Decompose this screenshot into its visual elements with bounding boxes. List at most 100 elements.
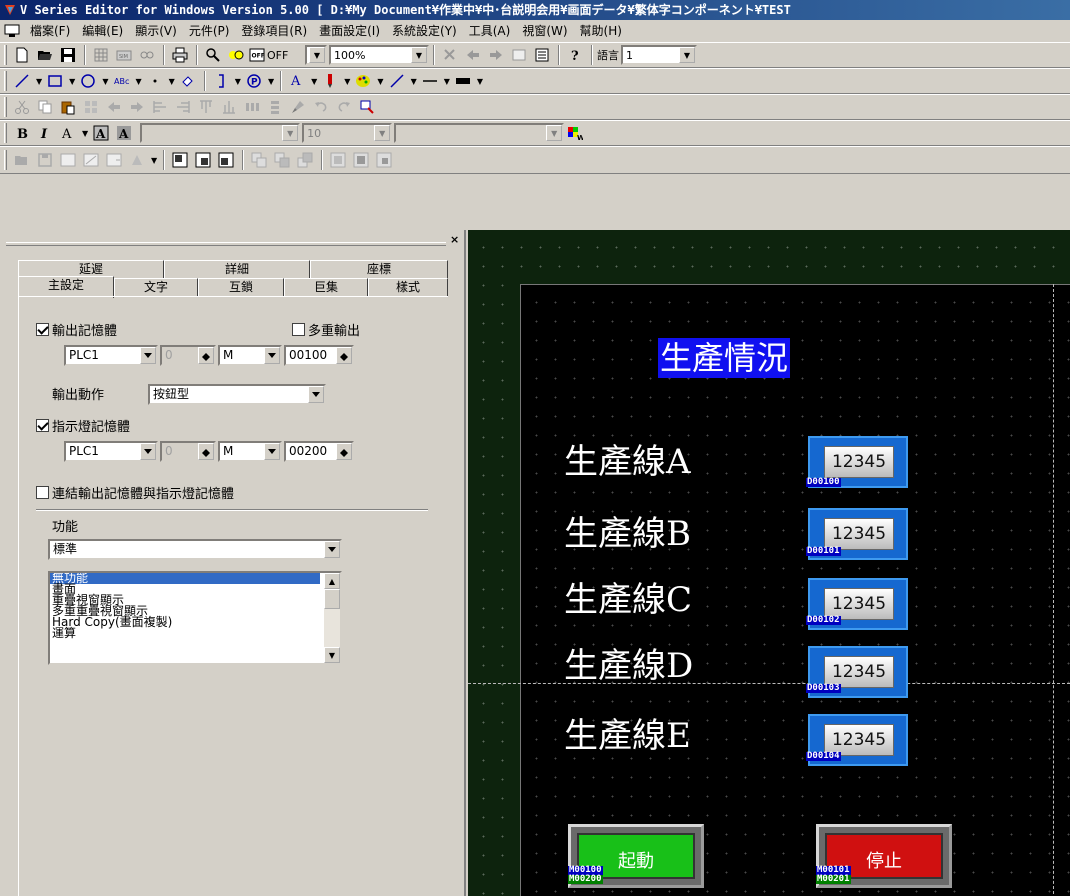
line-label-e[interactable]: 生產線E <box>564 716 691 756</box>
open-screen-icon[interactable] <box>11 149 33 171</box>
font-name-select[interactable]: ▼ <box>140 123 301 143</box>
chevron-down-icon[interactable]: ▼ <box>169 77 175 86</box>
font-style-select[interactable]: ▼ <box>394 123 565 143</box>
chevron-down-icon[interactable]: ▼ <box>477 77 483 86</box>
redo-icon[interactable] <box>333 96 355 118</box>
chevron-down-icon[interactable]: ▼ <box>344 77 350 86</box>
screen-title[interactable]: 生產情況 <box>658 338 791 378</box>
tab-main-settings[interactable]: 主設定 <box>18 276 114 298</box>
group-c-icon[interactable] <box>294 149 316 171</box>
move-left-icon[interactable] <box>103 96 125 118</box>
text-tool-icon[interactable]: ABc <box>110 70 132 92</box>
view-a-icon[interactable] <box>327 149 349 171</box>
multi-output-checkbox[interactable]: 多重輸出 <box>292 320 360 339</box>
chevron-down-icon[interactable]: ▼ <box>69 77 75 86</box>
font-size-select[interactable]: 10 ▼ <box>302 123 393 143</box>
screen-d-icon[interactable] <box>126 149 148 171</box>
clear-icon[interactable] <box>439 44 461 66</box>
chevron-down-icon[interactable]: ▼ <box>411 77 417 86</box>
menu-help[interactable]: 幫助(H) <box>574 21 628 41</box>
distribute-h-icon[interactable] <box>241 96 263 118</box>
align-left-icon[interactable] <box>149 96 171 118</box>
layer-3-icon[interactable] <box>215 149 237 171</box>
align-top-icon[interactable] <box>195 96 217 118</box>
function-list[interactable]: 無功能 畫面 重疊視窗顯示 多重重疊視窗顯示 Hard Copy(畫面複製) 運… <box>48 571 342 665</box>
font-box-icon[interactable]: A <box>90 122 112 144</box>
help-icon[interactable]: ? <box>564 44 586 66</box>
tab-coordinates[interactable]: 座標 <box>310 260 448 278</box>
menu-parts[interactable]: 元件(P) <box>183 21 236 41</box>
output-device-select[interactable]: M <box>218 345 282 366</box>
list-scrollbar[interactable]: ▲ ▼ <box>324 573 340 663</box>
pen-color-icon[interactable] <box>319 70 341 92</box>
multi-copy-icon[interactable] <box>80 96 102 118</box>
transfer-icon[interactable] <box>136 44 158 66</box>
display-state-select[interactable]: ▼ <box>305 45 327 65</box>
undo-icon[interactable] <box>310 96 332 118</box>
view-c-icon[interactable] <box>373 149 395 171</box>
paste-icon[interactable] <box>57 96 79 118</box>
brush-icon[interactable] <box>287 96 309 118</box>
view-b-icon[interactable] <box>350 149 372 171</box>
screen-list-icon[interactable] <box>508 44 530 66</box>
list-item[interactable]: 運算 <box>50 627 340 639</box>
new-file-icon[interactable] <box>11 44 33 66</box>
dual-display-icon[interactable] <box>225 44 247 66</box>
function-select[interactable]: 標準 <box>48 539 342 560</box>
layer-2-icon[interactable] <box>192 149 214 171</box>
move-right-icon[interactable] <box>126 96 148 118</box>
chevron-down-icon[interactable]: ▼ <box>36 77 42 86</box>
group-a-icon[interactable] <box>248 149 270 171</box>
editor-canvas[interactable]: 生產情況 生產線A 12345 D00100 生產線B 12345 D00101… <box>468 230 1070 896</box>
copy-icon[interactable] <box>34 96 56 118</box>
font-color-icon[interactable]: A <box>286 70 308 92</box>
align-right-icon[interactable] <box>172 96 194 118</box>
output-address-stepper[interactable]: 00100 <box>284 345 354 366</box>
circle-tool-icon[interactable] <box>77 70 99 92</box>
menu-file[interactable]: 檔案(F) <box>24 21 76 41</box>
chevron-down-icon[interactable]: ▼ <box>377 77 383 86</box>
output-action-select[interactable]: 按鈕型 <box>148 384 326 405</box>
output-plc-select[interactable]: PLC1 <box>64 345 158 366</box>
tab-text[interactable]: 文字 <box>114 278 198 296</box>
line-tool-icon[interactable] <box>11 70 33 92</box>
menu-screen-setting[interactable]: 畫面設定(I) <box>313 21 386 41</box>
forward-icon[interactable] <box>485 44 507 66</box>
output-number-stepper[interactable]: 0 <box>160 345 216 366</box>
bracket-tool-icon[interactable] <box>210 70 232 92</box>
menu-view[interactable]: 顯示(V) <box>129 21 183 41</box>
sim-icon[interactable]: SIM <box>113 44 135 66</box>
palette-icon[interactable] <box>352 70 374 92</box>
scroll-down-icon[interactable]: ▼ <box>324 647 340 663</box>
off-icon[interactable]: OFF <box>248 44 266 66</box>
line-label-b[interactable]: 生產線B <box>564 514 691 554</box>
back-icon[interactable] <box>462 44 484 66</box>
chevron-down-icon[interactable]: ▼ <box>151 156 157 165</box>
panel-grip[interactable] <box>6 242 446 246</box>
line-label-a[interactable]: 生產線A <box>564 442 691 482</box>
link-memory-checkbox[interactable]: 連結輸出記憶體與指示燈記憶體 <box>36 483 234 502</box>
menu-system-setting[interactable]: 系統設定(Y) <box>386 21 463 41</box>
chevron-down-icon[interactable]: ▼ <box>311 77 317 86</box>
screen-a-icon[interactable] <box>57 149 79 171</box>
zoom-icon[interactable] <box>202 44 224 66</box>
rectangle-tool-icon[interactable] <box>44 70 66 92</box>
lamp-memory-checkbox[interactable]: 指示燈記憶體 <box>36 416 130 435</box>
bold-icon[interactable]: B <box>11 122 33 144</box>
menu-window[interactable]: 視窗(W) <box>516 21 573 41</box>
lamp-number-stepper[interactable]: 0 <box>160 441 216 462</box>
font-shadow-icon[interactable]: A <box>113 122 135 144</box>
print-icon[interactable] <box>169 44 191 66</box>
lamp-plc-select[interactable]: PLC1 <box>64 441 158 462</box>
chevron-down-icon[interactable]: ▼ <box>444 77 450 86</box>
chevron-down-icon[interactable]: ▼ <box>135 77 141 86</box>
chevron-down-icon[interactable]: ▼ <box>82 129 88 138</box>
font-size-up-icon[interactable]: A <box>57 122 79 144</box>
scroll-thumb[interactable] <box>324 589 340 609</box>
paint-tool-icon[interactable] <box>177 70 199 92</box>
chevron-down-icon[interactable]: ▼ <box>235 77 241 86</box>
tab-interlock[interactable]: 互鎖 <box>198 278 284 296</box>
chevron-down-icon[interactable]: ▼ <box>102 77 108 86</box>
lamp-device-select[interactable]: M <box>218 441 282 462</box>
grid-icon[interactable] <box>90 44 112 66</box>
